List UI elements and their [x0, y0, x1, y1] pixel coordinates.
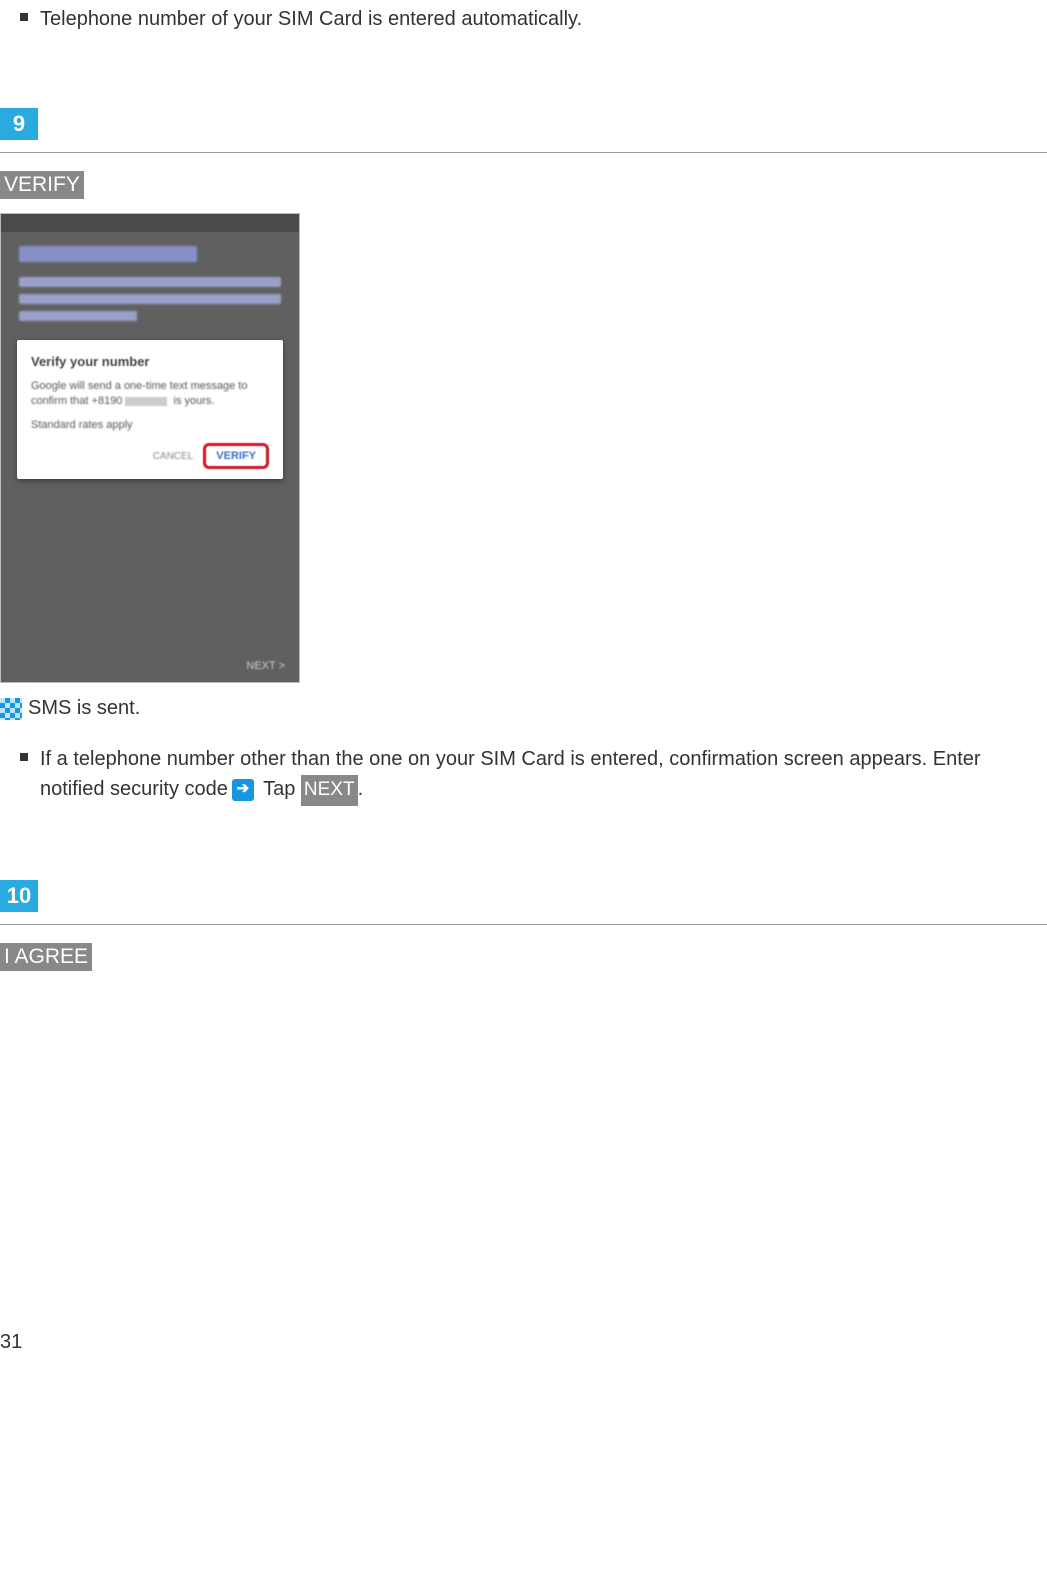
phone-screenshot-verify: Verify your number Google will send a on…: [0, 213, 300, 683]
step-number-10: 10: [0, 880, 38, 912]
bullet-icon: [20, 753, 28, 761]
divider: [0, 152, 1047, 153]
step-number-9: 9: [0, 108, 38, 140]
bullet-icon: [20, 13, 28, 21]
divider: [0, 924, 1047, 925]
dialog-rates: Standard rates apply: [31, 419, 133, 431]
dialog-body: Google will send a one-time text message…: [31, 379, 269, 433]
result-sms-sent: SMS is sent.: [0, 697, 1047, 720]
dialog-actions: CANCEL VERIFY: [31, 443, 269, 469]
dialog-body-suffix: is yours.: [174, 395, 215, 407]
result-icon: [0, 698, 22, 720]
note-period: .: [358, 778, 364, 800]
verify-badge: VERIFY: [0, 171, 84, 199]
bullet-text: Telephone number of your SIM Card is ent…: [40, 4, 582, 34]
phone-background-text: [1, 232, 299, 332]
verify-dialog: Verify your number Google will send a on…: [17, 340, 283, 479]
next-badge: NEXT: [301, 775, 358, 806]
arrow-right-icon: ➔: [232, 779, 254, 801]
bullet-text: If a telephone number other than the one…: [40, 744, 1047, 806]
note-prefix: If a telephone number other than the one…: [40, 748, 981, 800]
i-agree-badge: I AGREE: [0, 943, 92, 971]
dialog-title: Verify your number: [31, 354, 269, 369]
phone-footer-next: NEXT >: [246, 660, 285, 672]
phone-status-bar: [1, 214, 299, 232]
dialog-cancel-button[interactable]: CANCEL: [153, 451, 194, 462]
note-tap: Tap: [263, 778, 295, 800]
bullet-sim-auto: Telephone number of your SIM Card is ent…: [20, 4, 1047, 34]
result-text: SMS is sent.: [28, 697, 140, 720]
dialog-phone-masked: +8190: [92, 395, 123, 407]
bullet-other-number-note: If a telephone number other than the one…: [20, 744, 1047, 806]
dialog-verify-button[interactable]: VERIFY: [203, 443, 269, 469]
page-number: 31: [0, 1331, 1047, 1354]
